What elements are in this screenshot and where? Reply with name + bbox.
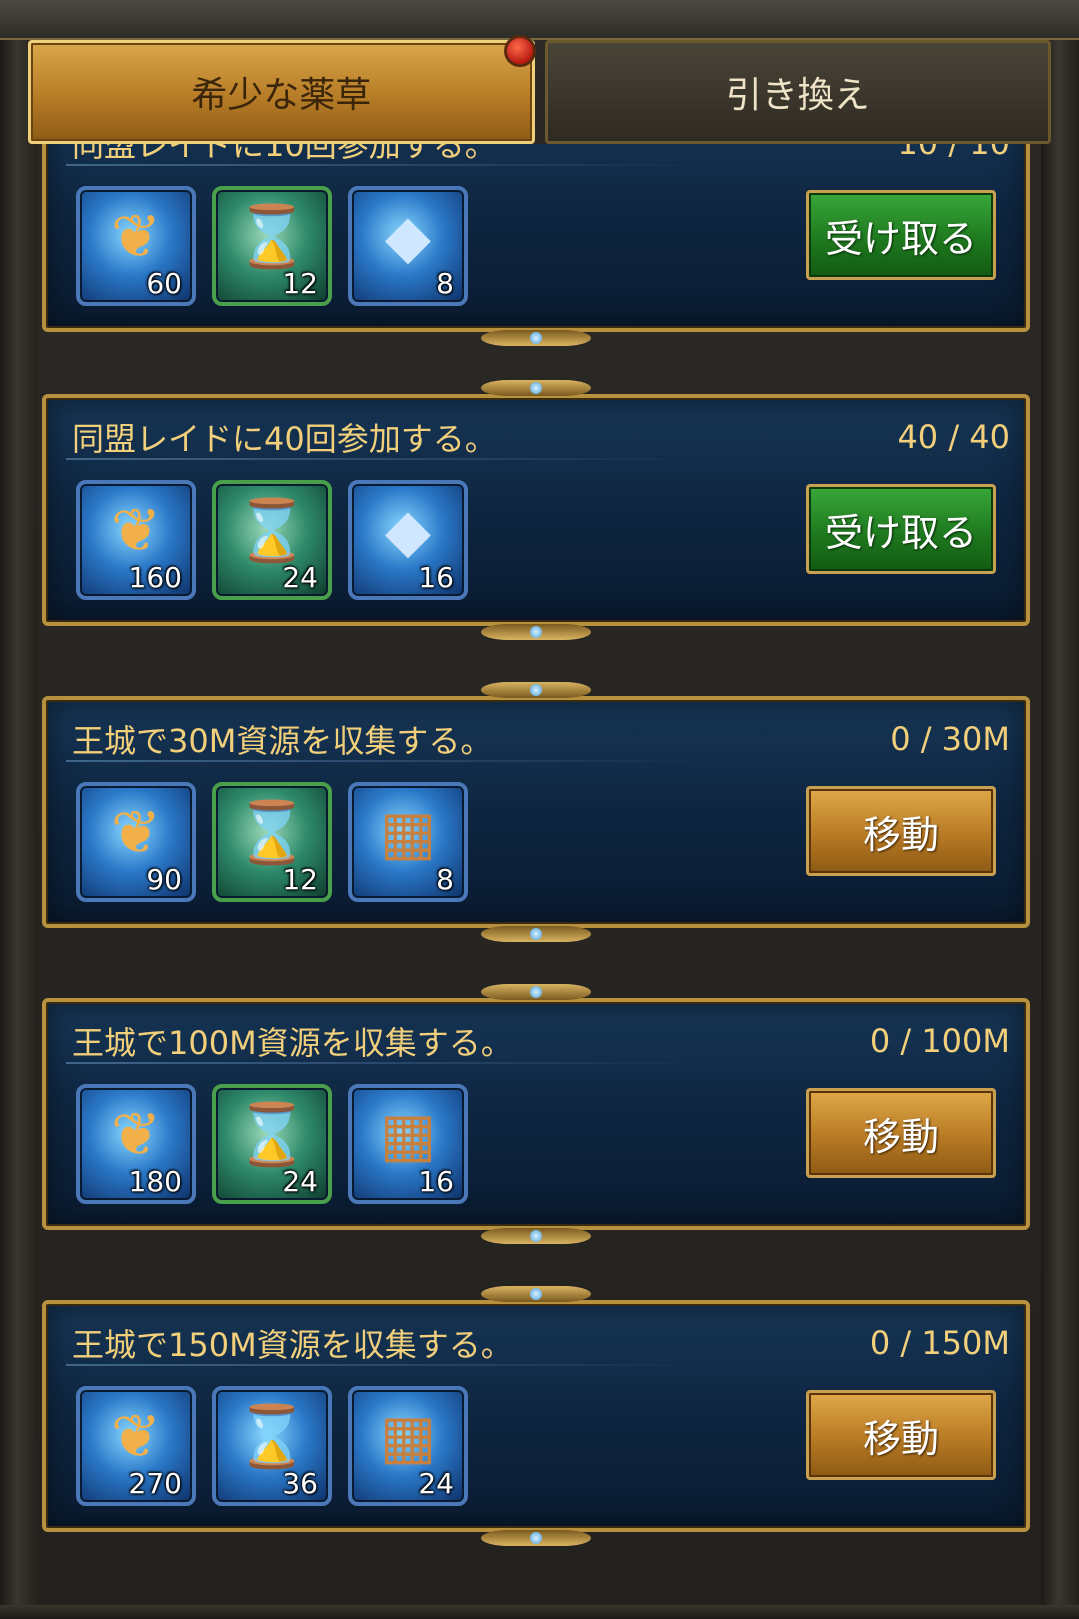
reward-count: 12 (282, 267, 318, 300)
reward-list: ❦ 60 ⌛ 12 ◆ 8 (76, 186, 468, 306)
reward-count: 24 (282, 561, 318, 594)
reward-item[interactable]: ⌛ 12 (212, 782, 332, 902)
quest-list[interactable]: 同盟レイドに10回参加する。 10 / 10 ❦ 60 ⌛ 12 ◆ 8 受け取… (0, 144, 1079, 1605)
go-button[interactable]: 移動 (806, 786, 996, 876)
ornament (481, 682, 591, 698)
reward-item[interactable]: ◆ 8 (348, 186, 468, 306)
gem-icon (530, 684, 542, 696)
speedup-hourglass-icon: ⌛ (234, 202, 310, 272)
ornament (481, 926, 591, 942)
ginseng-icon: ❦ (110, 1100, 162, 1170)
reward-count: 8 (436, 863, 454, 896)
quest-title: 王城で150M資源を収集する。 (72, 1326, 513, 1364)
gem-icon (530, 986, 542, 998)
reward-count: 90 (146, 863, 182, 896)
gem-icon (530, 1230, 542, 1242)
frame-bottom (0, 1605, 1079, 1619)
ornament (481, 1286, 591, 1302)
reward-count: 60 (146, 267, 182, 300)
reward-item[interactable]: ❦ 60 (76, 186, 196, 306)
tab-exchange-label: 引き換え (725, 75, 870, 116)
reward-item[interactable]: ▦ 8 (348, 782, 468, 902)
claim-button[interactable]: 受け取る (806, 484, 996, 574)
gem-icon (530, 332, 542, 344)
quest-card: 同盟レイドに10回参加する。 10 / 10 ❦ 60 ⌛ 12 ◆ 8 受け取… (42, 144, 1030, 346)
gem-icon (530, 626, 542, 638)
quest-title: 王城で30M資源を収集する。 (72, 722, 493, 760)
reward-count: 24 (282, 1165, 318, 1198)
reward-count: 180 (128, 1165, 182, 1198)
tab-exchange[interactable]: 引き換え (544, 40, 1051, 144)
hourglass-icon: ⌛ (234, 1100, 310, 1170)
reward-item[interactable]: ◆ 16 (348, 480, 468, 600)
resource-crate-icon: ▦ (379, 1100, 437, 1170)
crystal-icon: ◆ (384, 496, 432, 566)
reward-item[interactable]: ❦ 180 (76, 1084, 196, 1204)
reward-count: 12 (282, 863, 318, 896)
reward-count: 270 (128, 1467, 182, 1500)
reward-count: 24 (418, 1467, 454, 1500)
ginseng-icon: ❦ (110, 1402, 162, 1472)
reward-item[interactable]: ❦ 270 (76, 1386, 196, 1506)
reward-count: 16 (418, 1165, 454, 1198)
reward-count: 36 (282, 1467, 318, 1500)
reward-item[interactable]: ❦ 90 (76, 782, 196, 902)
quest-card: 王城で30M資源を収集する。 0 / 30M ❦ 90 ⌛ 12 ▦ 8 移動 (42, 682, 1030, 942)
reward-list: ❦ 90 ⌛ 12 ▦ 8 (76, 782, 468, 902)
go-button[interactable]: 移動 (806, 1088, 996, 1178)
top-header-strip (0, 0, 1079, 40)
gem-icon (530, 1532, 542, 1544)
reward-count: 160 (128, 561, 182, 594)
ornament (481, 624, 591, 640)
ornament (481, 1228, 591, 1244)
crystal-icon: ◆ (384, 202, 432, 272)
quest-card: 同盟レイドに40回参加する。 40 / 40 ❦ 160 ⌛ 24 ◆ 16 受… (42, 380, 1030, 640)
speedup-hourglass-icon: ⌛ (234, 496, 310, 566)
reward-item[interactable]: ⌛ 24 (212, 480, 332, 600)
go-button[interactable]: 移動 (806, 1390, 996, 1480)
reward-item[interactable]: ▦ 16 (348, 1084, 468, 1204)
quest-progress: 40 / 40 (897, 418, 1010, 456)
tab-rare-herbs[interactable]: 希少な薬草 (28, 35, 536, 144)
reward-item[interactable]: ⌛ 24 (212, 1084, 332, 1204)
gem-icon (530, 1288, 542, 1300)
reward-list: ❦ 270 ⌛ 36 ▦ 24 (76, 1386, 468, 1506)
quest-title: 同盟レイドに40回参加する。 (72, 420, 497, 458)
ginseng-icon: ❦ (110, 496, 162, 566)
reward-item[interactable]: ⌛ 36 (212, 1386, 332, 1506)
ornament (481, 1530, 591, 1546)
reward-list: ❦ 160 ⌛ 24 ◆ 16 (76, 480, 468, 600)
quest-progress: 0 / 100M (869, 1022, 1010, 1060)
quest-title: 同盟レイドに10回参加する。 (72, 144, 497, 164)
quest-card: 王城で150M資源を収集する。 0 / 150M ❦ 270 ⌛ 36 ▦ 24… (42, 1286, 1030, 1546)
gem-icon (530, 928, 542, 940)
reward-list: ❦ 180 ⌛ 24 ▦ 16 (76, 1084, 468, 1204)
reward-item[interactable]: ❦ 160 (76, 480, 196, 600)
quest-card: 王城で100M資源を収集する。 0 / 100M ❦ 180 ⌛ 24 ▦ 16… (42, 984, 1030, 1244)
ornament (481, 984, 591, 1000)
quest-progress: 0 / 30M (890, 720, 1010, 758)
reward-item[interactable]: ⌛ 12 (212, 186, 332, 306)
reward-count: 8 (436, 267, 454, 300)
reward-count: 16 (418, 561, 454, 594)
ornament (481, 330, 591, 346)
ginseng-icon: ❦ (110, 202, 162, 272)
resource-crate-icon: ▦ (379, 1402, 437, 1472)
hourglass-icon: ⌛ (234, 1402, 310, 1472)
quest-progress: 0 / 150M (869, 1324, 1010, 1362)
gem-icon (530, 382, 542, 394)
quest-title: 王城で100M資源を収集する。 (72, 1024, 513, 1062)
claim-button[interactable]: 受け取る (806, 190, 996, 280)
quest-progress: 10 / 10 (897, 144, 1010, 162)
ginseng-icon: ❦ (110, 798, 162, 868)
reward-item[interactable]: ▦ 24 (348, 1386, 468, 1506)
tab-bar: 希少な薬草 引き換え (28, 35, 1051, 144)
ornament (481, 380, 591, 396)
tab-rare-herbs-label: 希少な薬草 (191, 75, 372, 116)
resource-crate-icon: ▦ (379, 798, 437, 868)
hourglass-icon: ⌛ (234, 798, 310, 868)
notification-dot-icon (503, 35, 536, 67)
